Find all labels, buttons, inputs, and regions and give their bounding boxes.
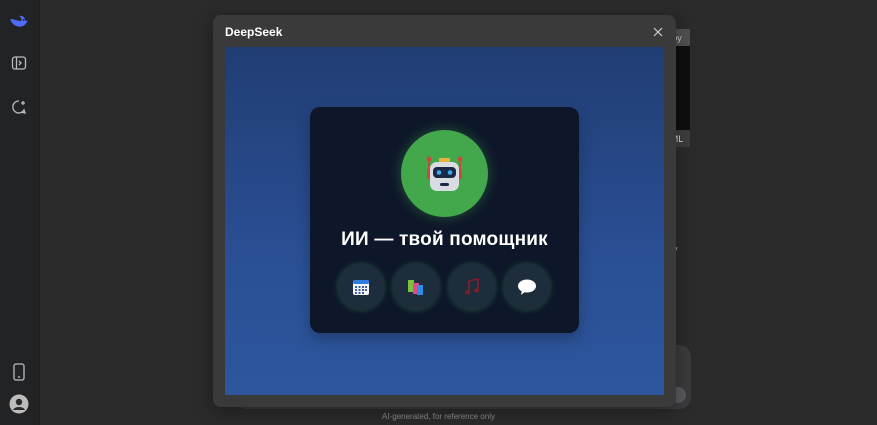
sidebar-toggle-icon[interactable] <box>8 52 30 74</box>
sidebar <box>0 0 40 425</box>
new-chat-icon[interactable] <box>8 96 30 118</box>
modal-title: DeepSeek <box>225 25 283 39</box>
preview-modal: DeepSeek ИИ — твой помощник <box>213 15 676 407</box>
speech-bubble-icon <box>518 279 536 295</box>
robot-badge <box>401 130 488 217</box>
chat-feature <box>504 264 550 310</box>
deepseek-logo-icon[interactable] <box>8 10 30 32</box>
mobile-app-icon[interactable] <box>8 361 30 383</box>
books-icon <box>408 280 423 295</box>
calendar-feature <box>338 264 384 310</box>
music-feature <box>449 264 495 310</box>
close-icon[interactable] <box>651 25 665 39</box>
assistant-card: ИИ — твой помощник <box>310 107 579 333</box>
generated-image-preview: ИИ — твой помощник <box>225 47 664 395</box>
books-feature <box>393 264 439 310</box>
music-note-icon <box>464 278 480 295</box>
robot-icon <box>426 156 463 191</box>
card-heading: ИИ — твой помощник <box>341 229 548 250</box>
disclaimer-text: AI-generated, for reference only <box>382 412 495 421</box>
calendar-icon <box>353 280 369 295</box>
